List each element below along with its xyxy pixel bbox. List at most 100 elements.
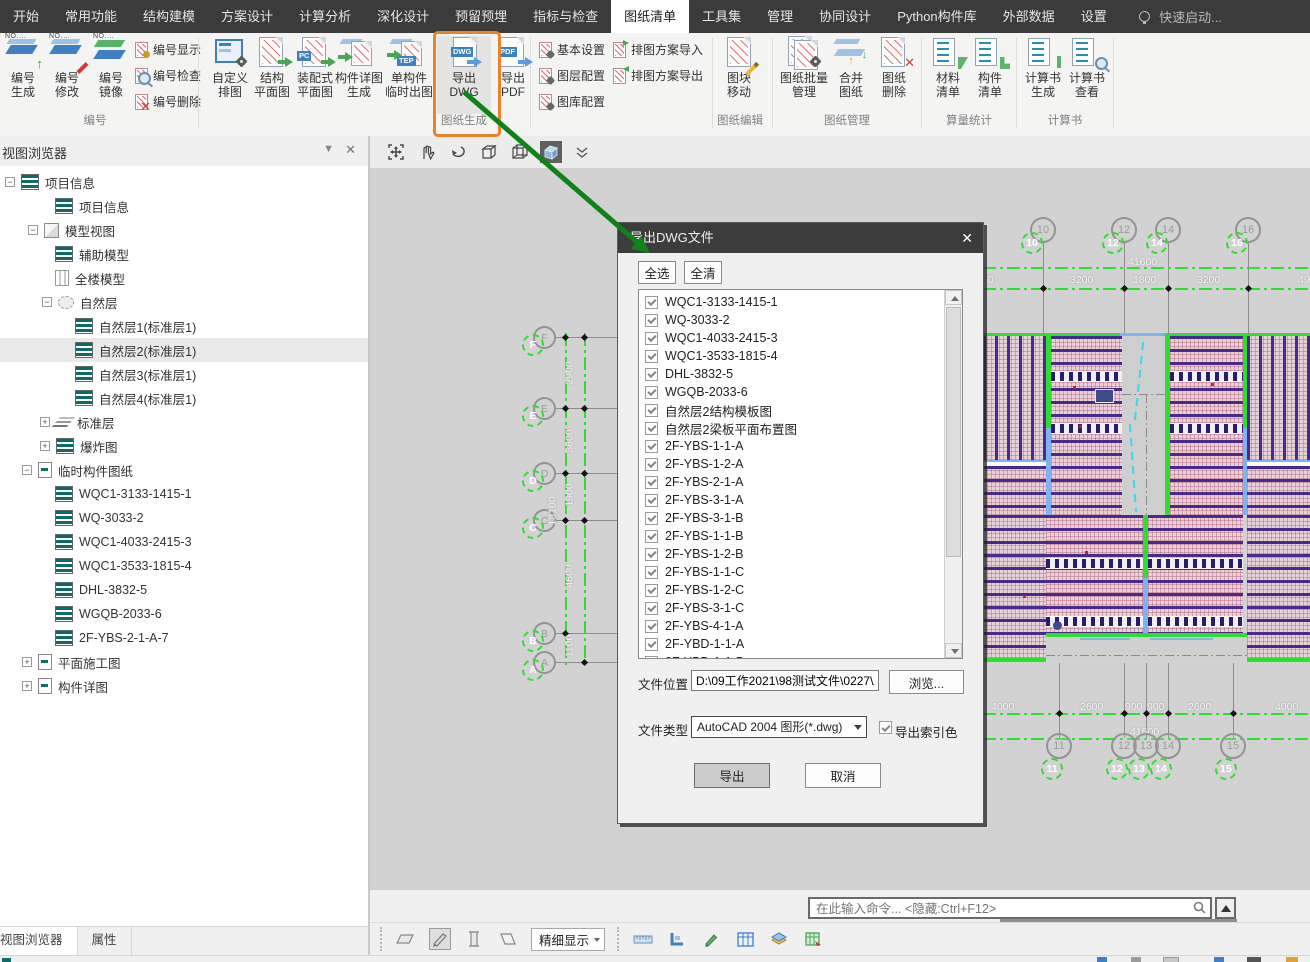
tree-item[interactable]: 自然层4(标准层1) [0,386,368,410]
export-list-item[interactable]: DHL-3832-5 [639,365,962,383]
component-detail-button[interactable]: 构件详图 生成 [335,36,383,99]
zoom-extents-icon[interactable] [385,141,407,163]
command-input-box[interactable] [808,897,1212,919]
checkbox-checked-icon[interactable] [645,512,658,525]
menu-tab[interactable]: 深化设计 [364,0,442,33]
tree-expander[interactable]: − [22,465,32,475]
export-list-item[interactable]: 2F-YBS-1-1-B [639,527,962,545]
layer-config-button[interactable]: 图层配置 [538,66,605,84]
export-list-item[interactable]: WQC1-4033-2415-3 [639,329,962,347]
tree-item[interactable]: + 平面施工图 [0,650,368,674]
tree-item[interactable]: 自然层1(标准层1) [0,314,368,338]
checkbox-checked-icon[interactable] [645,584,658,597]
menu-tab[interactable]: 工具集 [689,0,754,33]
tree-expander[interactable]: + [40,441,50,451]
checkbox-checked-icon[interactable] [645,530,658,543]
export-list-item[interactable]: 2F-YBS-1-2-A [639,455,962,473]
tree-expander[interactable]: + [22,657,32,667]
material-list-button[interactable]: 材料 清单 [928,36,968,99]
tab-properties[interactable]: 属性 [78,927,132,955]
layout-scheme-export-button[interactable]: 排图方案导出 [612,66,703,84]
menu-tab[interactable]: 外部数据 [990,0,1068,33]
precast-plan-button[interactable]: PC 装配式 平面图 [293,36,337,99]
select-all-button[interactable]: 全选 [638,261,676,284]
export-list-item[interactable]: 2F-YBS-1-2-B [639,545,962,563]
tree-item[interactable]: − 自然层 [0,290,368,314]
wall-display-icon[interactable] [497,928,519,950]
export-file-list[interactable]: WQC1-3133-1415-1 WQ-3033-2 WQC1-4033-241… [638,289,963,659]
number-modify-button[interactable]: NO.… 编号 修改 [46,36,88,99]
menu-tab[interactable]: 设置 [1068,0,1120,33]
tree-item[interactable]: WQ-3033-2 [0,506,368,530]
tree-item[interactable]: − 模型视图 [0,218,368,242]
export-list-item[interactable]: 2F-YBS-3-1-B [639,509,962,527]
tree-item[interactable]: 全楼模型 [0,266,368,290]
number-delete-button[interactable]: ✕ 编号删除 [134,92,201,110]
component-list-button[interactable]: 构件 清单 [970,36,1010,99]
tree-item[interactable]: 项目信息 [0,194,368,218]
tree-item[interactable]: WQC1-4033-2415-3 [0,530,368,554]
measure-icon[interactable] [632,928,654,950]
number-generate-button[interactable]: NO.… ↑ 编号 生成 [2,36,44,99]
checkbox-checked-icon[interactable] [645,350,658,363]
menu-tab[interactable]: 结构建模 [130,0,208,33]
index-color-checkbox[interactable] [879,721,892,734]
checkbox-checked-icon[interactable] [645,548,658,561]
export-list-item[interactable]: WQC1-3133-1415-1 [639,293,962,311]
quick-launch[interactable]: 快速启动... [1139,0,1310,33]
menu-tab[interactable]: 计算分析 [286,0,364,33]
export-list-item[interactable]: 2F-YBS-4-1-A [639,617,962,635]
orbit-icon[interactable] [447,141,469,163]
layout-scheme-import-button[interactable]: 排图方案导入 [612,40,703,58]
tree-item[interactable]: 自然层2(标准层1) [0,338,368,362]
export-list-item[interactable]: 2F-YBS-1-2-C [639,581,962,599]
checkbox-checked-icon[interactable] [645,638,658,651]
basic-settings-button[interactable]: 基本设置 [538,40,605,58]
cancel-button[interactable]: 取消 [805,763,881,788]
command-expand-button[interactable] [1215,897,1236,919]
command-input[interactable] [814,899,1188,919]
panel-menu-icon[interactable]: ▼ [323,143,334,155]
axis-icon[interactable] [666,928,688,950]
checkbox-checked-icon[interactable] [645,314,658,327]
library-config-button[interactable]: 图库配置 [538,92,605,110]
custom-layout-button[interactable]: 自定义 排图 [207,36,253,99]
calc-report-generate-button[interactable]: 计算书 生成 [1021,36,1065,99]
tree-item[interactable]: + 构件详图 [0,674,368,698]
checkbox-checked-icon[interactable] [645,458,658,471]
checkbox-checked-icon[interactable] [645,602,658,615]
dialog-title-bar[interactable]: 导出DWG文件 [618,223,983,253]
checkbox-checked-icon[interactable] [645,422,658,435]
merge-drawings-button[interactable]: ↑↓ 合并 图纸 [830,36,872,99]
shaded-cube-icon[interactable] [540,141,562,163]
tree-item[interactable]: WQC1-3133-1415-1 [0,482,368,506]
beam-display-icon[interactable] [429,928,451,950]
checkbox-checked-icon[interactable] [645,566,658,579]
menu-tab[interactable]: 方案设计 [208,0,286,33]
export-list-item[interactable]: 自然层2结构模板图 [639,401,962,419]
tree-item[interactable]: + 爆炸图 [0,434,368,458]
pan-hand-icon[interactable] [416,141,438,163]
file-location-input[interactable] [691,670,879,691]
checkbox-checked-icon[interactable] [645,476,658,489]
block-move-button[interactable]: 图块 移动 [716,36,762,99]
menu-tab[interactable]: 管理 [754,0,806,33]
annotate-icon[interactable] [700,928,722,950]
tree-expander[interactable]: − [42,297,52,307]
tree-item[interactable]: + 标准层 [0,410,368,434]
list-scrollbar[interactable] [944,290,962,658]
wireframe-cube-icon[interactable] [478,141,500,163]
batch-manage-button[interactable]: 图纸批量 管理 [779,36,829,99]
display-mode-select[interactable]: 精细显示 [531,928,605,951]
tree-item[interactable]: WGQB-2033-6 [0,602,368,626]
number-check-button[interactable]: 编号检查 [134,66,201,84]
tree-expander[interactable]: + [22,681,32,691]
box-cube-icon[interactable] [509,141,531,163]
tree-item[interactable]: WQC1-3533-1815-4 [0,554,368,578]
menu-tab[interactable]: 预留预埋 [442,0,520,33]
dialog-close-icon[interactable]: ✕ [961,223,973,253]
export-list-item[interactable]: 自然层2梁板平面布置图 [639,419,962,437]
export-list-item[interactable]: 2F-YBS-1-1-A [639,437,962,455]
tree-item[interactable]: 2F-YBS-2-1-A-7 [0,626,368,650]
scroll-down-icon[interactable] [945,643,962,658]
